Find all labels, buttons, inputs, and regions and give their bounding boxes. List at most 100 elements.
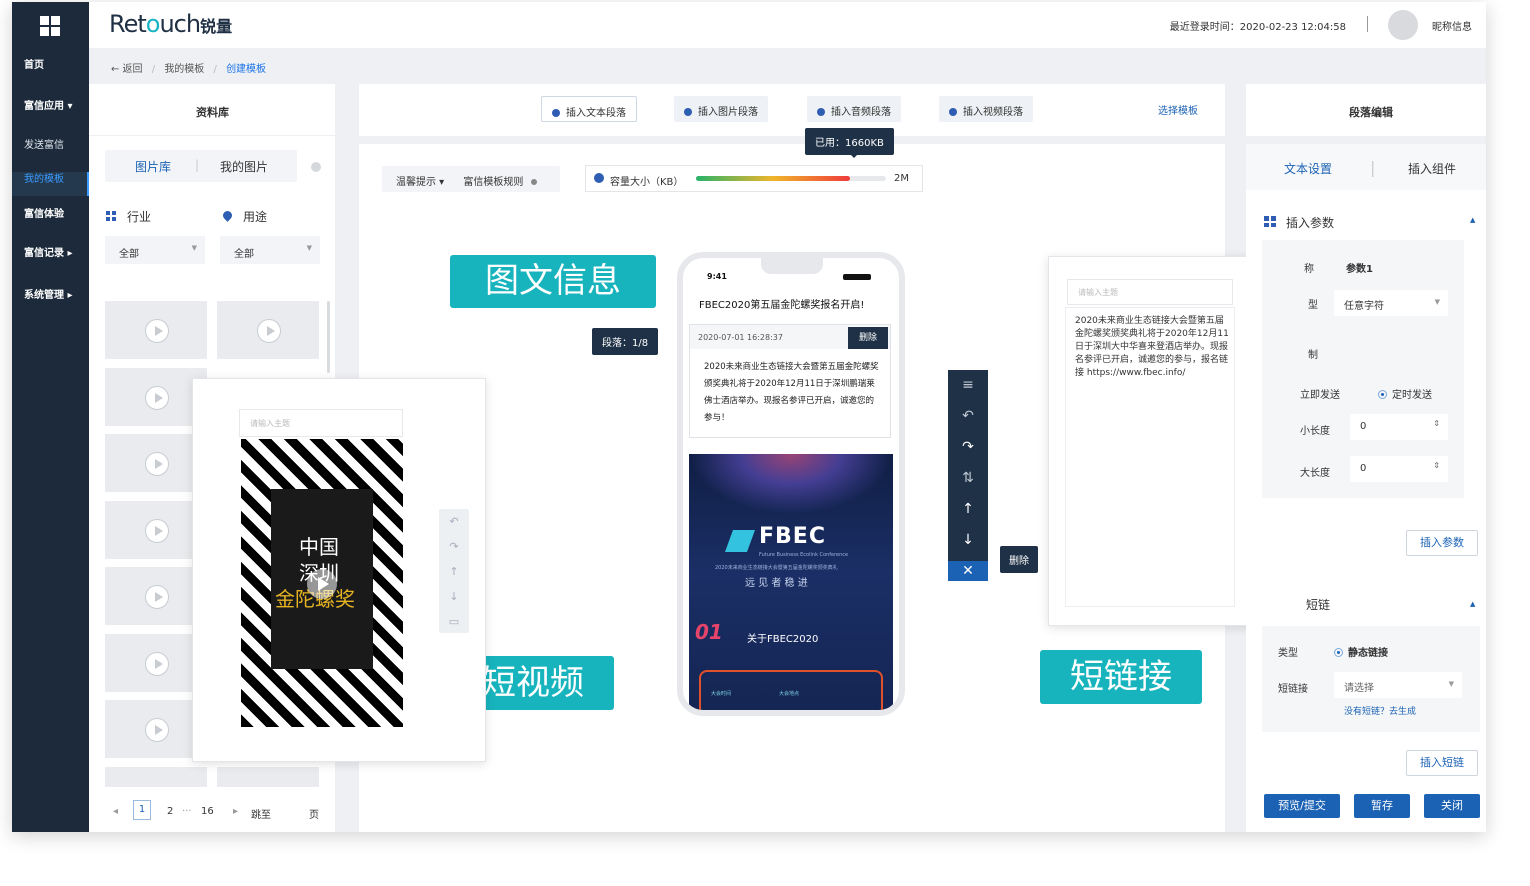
move-down-icon[interactable]: ↓ [948, 525, 988, 556]
media-thumb[interactable] [217, 767, 319, 787]
plus-circle-icon [817, 108, 825, 116]
phone-notch [761, 258, 823, 274]
refresh-icon[interactable] [311, 162, 321, 172]
sidebar-item-home[interactable]: 首页 [12, 58, 89, 74]
media-thumb[interactable] [217, 301, 319, 359]
brand-logo: Retouch锐量 [109, 10, 233, 38]
move-up-icon[interactable]: ↑ [948, 494, 988, 525]
segment-toolbar: ≡ ↶ ↷ ⇅ ↑ ↓ ✕ [948, 370, 988, 581]
min-length-stepper[interactable]: 0 ⇕ [1350, 414, 1448, 440]
video-card-toolbar: ↶ ↷ ↑ ↓ ▭ [439, 509, 469, 633]
segment-body: 2020未来商业生态链接大会暨第五届金陀螺奖颁奖典礼将于2020年12月11日于… [704, 362, 879, 423]
page-unit: 页 [309, 810, 319, 821]
text-segment[interactable]: 2020-07-01 16:28:37 删除 2020未来商业生态链接大会暨第五… [689, 324, 891, 438]
media-thumb[interactable] [105, 767, 207, 787]
breadcrumb-parent[interactable]: 我的模板 [164, 64, 204, 75]
tab-my-images[interactable]: 我的图片 [220, 158, 268, 175]
insert-link-button[interactable]: 插入短链 [1406, 750, 1478, 776]
param-type-select[interactable]: 任意字符 ▼ [1334, 290, 1448, 316]
hint-rules-bar: 温馨提示 ▾ 富信模板规则 [382, 166, 560, 192]
sort-icon[interactable]: ⇅ [948, 463, 988, 494]
rules-link[interactable]: 富信模板规则 [463, 177, 523, 188]
library-title: 资料库 [196, 106, 229, 119]
tab-insert-component[interactable]: 插入组件 [1408, 160, 1456, 177]
nickname[interactable]: 昵称信息 [1432, 18, 1472, 33]
editor-panel: 文本设置 | 插入组件 插入参数 ▲ 称 参数1 型 任意字符 ▼ 制 立即发送 … [1246, 144, 1486, 832]
save-draft-button[interactable]: 暂存 [1354, 794, 1410, 818]
prev-page[interactable]: ◂ [113, 806, 118, 817]
play-icon [145, 386, 169, 410]
segment-indicator: 段落：1/8 [592, 328, 659, 355]
insert-param-button[interactable]: 插入参数 [1406, 530, 1478, 556]
close-icon[interactable]: ✕ [948, 561, 988, 581]
page-1[interactable]: 1 [133, 800, 151, 820]
battery-icon [843, 274, 871, 280]
next-page[interactable]: ▸ [233, 806, 238, 817]
capacity-track [696, 176, 886, 181]
radio-icon [1334, 648, 1343, 657]
redo-icon[interactable]: ↷ [439, 534, 469, 559]
move-up-icon[interactable]: ↑ [439, 559, 469, 584]
industry-select[interactable]: 全部 ▼ [105, 236, 205, 264]
library-tabs: 图片库 | 我的图片 [105, 150, 297, 182]
close-button[interactable]: 关闭 [1424, 794, 1480, 818]
radio-timed-send[interactable]: 定时发送 [1378, 386, 1432, 401]
sidebar-item-system[interactable]: 系统管理 ▸ [12, 288, 89, 304]
collapse-icon[interactable]: ▲ [1470, 600, 1475, 608]
move-down-icon[interactable]: ↓ [439, 584, 469, 609]
library-scrollbar[interactable] [327, 301, 330, 373]
capacity-fill [696, 176, 850, 181]
link-title-input[interactable]: 请输入主题 [1067, 279, 1233, 305]
pagination: ◂ 1 2 ··· 16 ▸ 跳至 页 [89, 792, 335, 832]
radio-static-link[interactable]: 静态链接 [1334, 644, 1388, 659]
preview-submit-button[interactable]: 预览/提交 [1264, 794, 1340, 818]
app-grid-icon[interactable] [40, 16, 60, 36]
generate-link[interactable]: 没有短链？去生成 [1344, 704, 1416, 717]
chevron-down-icon: ▼ [191, 244, 197, 252]
sidebar-item-send[interactable]: 发送富信 [12, 138, 89, 154]
tag-image-text: 图文信息 [450, 255, 656, 308]
redo-icon[interactable]: ↷ [948, 432, 988, 463]
segment-timestamp: 2020-07-01 16:28:37 [698, 333, 783, 342]
tab-image-library[interactable]: 图片库 [135, 158, 171, 175]
collapse-icon[interactable]: ▲ [1470, 216, 1475, 224]
choose-template-link[interactable]: 选择模板 [1158, 102, 1198, 117]
max-length-stepper[interactable]: 0 ⇕ [1350, 456, 1448, 482]
insert-image-button[interactable]: 插入图片段落 [674, 96, 768, 122]
section-short-link: 短链 [1306, 598, 1331, 612]
info-icon [530, 179, 537, 185]
segment-delete-button[interactable]: 删除 [848, 327, 888, 349]
short-link-select[interactable]: 请选择 ▼ [1334, 672, 1462, 698]
page-16[interactable]: 16 [201, 806, 214, 817]
capacity-bar: 容量大小（KB） 2M [585, 165, 923, 192]
last-login-time: 最近登录时间：2020-02-23 12:04:58 [1169, 22, 1346, 33]
plus-circle-icon [684, 108, 692, 116]
undo-icon[interactable]: ↶ [439, 509, 469, 534]
back-link[interactable]: ← 返回 [111, 64, 143, 75]
page-2[interactable]: 2 [167, 806, 173, 817]
insert-video-button[interactable]: 插入视频段落 [939, 96, 1033, 122]
fbec-banner[interactable]: FBEC Future Business Ecolink Conference … [689, 454, 893, 710]
insert-audio-button[interactable]: 插入音频段落 [807, 96, 901, 122]
radio-send-now[interactable]: 立即发送 [1300, 386, 1340, 401]
sidebar-item-experience[interactable]: 富信体验 [12, 207, 89, 223]
insert-text-button[interactable]: 插入文本段落 [541, 96, 637, 122]
sidebar: 首页 富信应用 ▾ 发送富信 我的模板 富信体验 富信记录 ▸ 系统管理 ▸ [12, 2, 89, 832]
usage-select[interactable]: 全部 ▼ [220, 236, 320, 264]
video-poster[interactable]: 中国 深圳 金陀螺奖 [241, 439, 403, 727]
avatar[interactable] [1388, 10, 1418, 40]
fbec-logo-icon [724, 530, 756, 552]
undo-icon[interactable]: ↶ [948, 401, 988, 432]
media-thumb[interactable] [105, 301, 207, 359]
delete-tooltip[interactable]: 删除 [1000, 546, 1038, 573]
play-icon [145, 585, 169, 609]
hint-dropdown[interactable]: 温馨提示 ▾ [396, 177, 444, 188]
top-header: Retouch锐量 最近登录时间：2020-02-23 12:04:58 昵称信… [89, 2, 1486, 48]
trash-icon[interactable]: ▭ [439, 609, 469, 634]
sidebar-item-records[interactable]: 富信记录 ▸ [12, 246, 89, 262]
tab-text-settings[interactable]: 文本设置 [1284, 160, 1332, 177]
sidebar-item-rich-apps[interactable]: 富信应用 ▾ [12, 99, 89, 115]
menu-icon[interactable]: ≡ [948, 370, 988, 401]
sidebar-item-my-templates[interactable]: 我的模板 [12, 172, 89, 196]
video-title-input[interactable]: 请输入主题 [239, 409, 403, 437]
